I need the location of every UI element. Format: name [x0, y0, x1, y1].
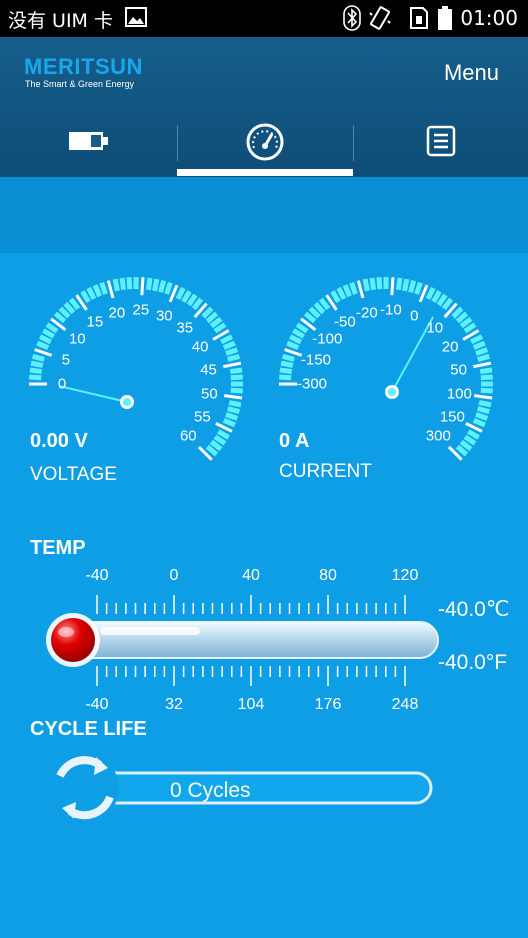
voltage-value: 0.00 V [30, 430, 88, 452]
tab-gauge[interactable] [177, 122, 353, 172]
voltage-tick-label: 40 [191, 338, 209, 356]
current-tick-label: 20 [441, 338, 459, 356]
current-tick-label: -150 [300, 351, 331, 369]
clock: 01:00 [460, 6, 518, 30]
voltage-tick-label: 25 [132, 301, 150, 319]
celsius-tick-label: -40 [85, 567, 109, 584]
banner-area [0, 177, 528, 253]
current-tick-label: -100 [312, 330, 343, 348]
bluetooth-icon [343, 5, 361, 31]
current-tick-label: 300 [425, 427, 451, 445]
status-bar: 没有 UIM 卡 01:00 [0, 0, 528, 37]
brand-logo: MERITSUN [24, 54, 143, 79]
sim-icon [410, 7, 428, 29]
current-tick-label: -20 [356, 304, 378, 322]
fahrenheit-tick-label: 176 [314, 696, 342, 713]
voltage-caption: VOLTAGE [30, 464, 117, 485]
voltage-tick-label: 20 [108, 304, 126, 322]
current-caption: CURRENT [279, 461, 372, 482]
voltage-tick-label: 30 [155, 307, 173, 325]
voltage-tick-label: 10 [68, 330, 86, 348]
celsius-tick-label: 40 [242, 567, 260, 584]
fahrenheit-tick-label: -40 [85, 696, 109, 713]
celsius-tick-label: 80 [319, 567, 337, 584]
voltage-tick-label: 35 [176, 319, 194, 337]
celsius-tick-label: 120 [391, 567, 419, 584]
current-tick-label: -10 [379, 301, 402, 319]
carrier-label: 没有 UIM 卡 [8, 10, 113, 32]
list-icon [426, 125, 456, 157]
current-tick-label: 100 [446, 385, 472, 403]
app-header: MERITSUN The Smart & Green Energy Menu [0, 37, 528, 177]
fahrenheit-tick-label: 32 [165, 696, 183, 713]
voltage-tick-label: 45 [200, 361, 217, 379]
voltage-tick-label: 60 [179, 427, 197, 445]
vibrate-icon [369, 6, 391, 30]
fahrenheit-reading: -40.0°F [438, 651, 508, 674]
celsius-tick-label: 0 [169, 567, 179, 584]
temp-title: TEMP [30, 537, 86, 559]
brand-tagline: The Smart & Green Energy [25, 79, 135, 89]
current-tick-label: -300 [296, 375, 328, 393]
current-tick-label: 0 [410, 307, 419, 325]
battery-icon [438, 6, 452, 30]
gauge-icon [246, 123, 284, 161]
fahrenheit-tick-label: 104 [237, 696, 265, 713]
fahrenheit-tick-label: 248 [391, 696, 419, 713]
voltage-tick-label: 5 [61, 351, 71, 369]
voltage-tick-label: 0 [57, 375, 67, 393]
celsius-reading: -40.0℃ [438, 598, 510, 621]
battery-icon [69, 132, 108, 150]
current-tick-label: 10 [426, 319, 444, 337]
tab-list[interactable] [353, 122, 528, 172]
voltage-tick-label: 55 [194, 408, 211, 426]
current-tick-label: 150 [439, 408, 465, 426]
image-icon [125, 7, 147, 27]
cycle-count: 0 Cycles [170, 779, 251, 802]
dashboard-panel [0, 253, 528, 938]
current-value: 0 A [279, 430, 310, 452]
voltage-tick-label: 15 [86, 313, 104, 331]
tab-battery[interactable] [0, 122, 176, 172]
tab-selected-indicator [177, 169, 353, 176]
cycle-life-title: CYCLE LIFE [30, 718, 147, 740]
voltage-tick-label: 50 [201, 385, 218, 403]
current-tick-label: -50 [334, 313, 356, 331]
current-tick-label: 50 [450, 361, 467, 379]
menu-button[interactable]: Menu [444, 60, 499, 86]
